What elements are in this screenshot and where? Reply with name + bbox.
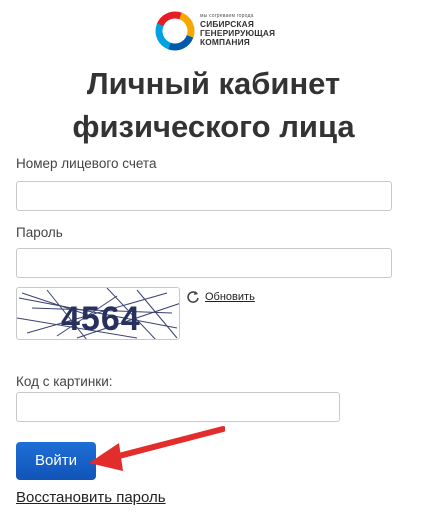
page-title-line-2: физического лица: [72, 109, 355, 144]
account-number-input[interactable]: [16, 181, 392, 211]
captcha-refresh[interactable]: Обновить: [186, 290, 255, 304]
annotation-arrow: [89, 426, 225, 471]
captcha-code-label: Код с картинки:: [16, 374, 113, 389]
refresh-icon: [187, 291, 199, 303]
password-label: Пароль: [16, 225, 63, 240]
account-number-label: Номер лицевого счета: [16, 156, 157, 171]
page-title: Личный кабинет физического лица: [0, 62, 427, 148]
refresh-link[interactable]: Обновить: [205, 291, 255, 303]
login-button[interactable]: Войти: [16, 442, 96, 480]
captcha-image: 4564: [16, 287, 180, 340]
company-logo: мы согреваем города СИБИРСКАЯ ГЕНЕРИРУЮЩ…: [153, 9, 288, 55]
logo-name-line: КОМПАНИЯ: [200, 37, 250, 47]
password-input[interactable]: [16, 248, 392, 278]
captcha-text: 4564: [61, 300, 141, 338]
restore-password-link[interactable]: Восстановить пароль: [16, 489, 166, 506]
logo-name: СИБИРСКАЯ ГЕНЕРИРУЮЩАЯ КОМПАНИЯ: [200, 20, 275, 47]
logo-ring-icon: [155, 11, 195, 51]
captcha-code-input[interactable]: [16, 392, 340, 422]
page-title-line-1: Личный кабинет: [86, 66, 341, 101]
captcha-noise: 4564: [17, 288, 179, 339]
